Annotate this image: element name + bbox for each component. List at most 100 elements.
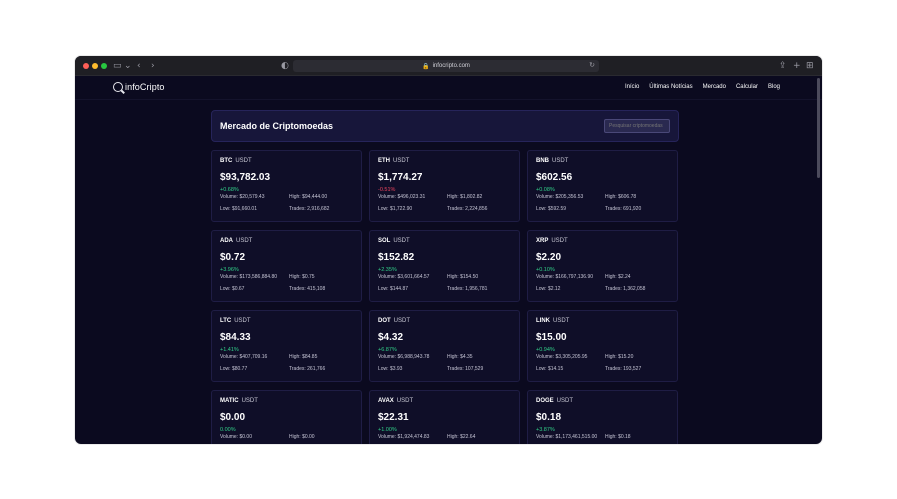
coin-high: High: $4.35 bbox=[447, 354, 473, 360]
coin-high: High: $0.18 bbox=[605, 434, 631, 440]
coin-stats: Volume: $496,023.31 High: $1,802.82 Low:… bbox=[378, 194, 511, 212]
coin-card-ltc[interactable]: LTC USDT $84.33 +1.41% Volume: $407,709.1… bbox=[211, 310, 362, 382]
url-text: infocripto.com bbox=[432, 63, 470, 69]
coin-symbol: XRP bbox=[536, 238, 549, 244]
coin-price: $93,782.03 bbox=[220, 172, 271, 183]
coin-trades: Trades: 1,362,058 bbox=[605, 286, 646, 292]
coin-trades: Trades: 415,108 bbox=[289, 286, 326, 292]
coin-volume: Volume: $1,924,474.83 bbox=[378, 434, 430, 440]
coin-card-sol[interactable]: SOL USDT $152.82 +2.35% Volume: $3,601,66… bbox=[369, 230, 520, 302]
coin-symbol: LINK bbox=[536, 318, 550, 324]
coin-high: High: $84.85 bbox=[289, 354, 318, 360]
coin-symbol: MATIC bbox=[220, 398, 239, 404]
nav-link-calcular[interactable]: Calcular bbox=[736, 84, 758, 90]
browser-toolbar: ▭ ⌄ ‹ › ◐ 🔒 infocripto.com ↻ ⇪ + ⊞ bbox=[75, 56, 822, 76]
coin-high: High: $22.64 bbox=[447, 434, 476, 440]
close-window-button[interactable] bbox=[83, 63, 89, 69]
coin-trades: Trades: 107,529 bbox=[447, 366, 484, 372]
address-bar[interactable]: 🔒 infocripto.com ↻ bbox=[293, 60, 599, 72]
coin-card-xrp[interactable]: XRP USDT $2.20 +0.10% Volume: $166,797,13… bbox=[527, 230, 678, 302]
coin-volume: Volume: $496,023.31 bbox=[378, 194, 426, 200]
coin-high: High: $0.75 bbox=[289, 274, 315, 280]
coin-quote: USDT bbox=[241, 398, 258, 404]
coin-low: Low: $2.12 bbox=[536, 286, 561, 292]
nav-link-blog[interactable]: Blog bbox=[768, 84, 780, 90]
coin-quote: USDT bbox=[236, 238, 253, 244]
coin-change: 0.00% bbox=[220, 427, 236, 433]
coin-card-dot[interactable]: DOT USDT $4.32 +6.87% Volume: $6,988,943.… bbox=[369, 310, 520, 382]
coin-high: High: $606.78 bbox=[605, 194, 637, 200]
coin-card-ada[interactable]: ADA USDT $0.72 +3.96% Volume: $173,586,88… bbox=[211, 230, 362, 302]
coin-change: +6.87% bbox=[378, 347, 397, 353]
coin-stats: Volume: $3,305,205.95 High: $15.20 Low: … bbox=[536, 354, 669, 372]
coin-volume: Volume: $6,988,943.78 bbox=[378, 354, 430, 360]
site-navbar: infoCripto Início Últimas Notícias Merca… bbox=[75, 76, 822, 100]
coin-quote: USDT bbox=[234, 318, 251, 324]
coin-price: $0.00 bbox=[220, 412, 246, 423]
chevron-down-icon[interactable]: ⌄ bbox=[124, 59, 132, 73]
coin-card-bnb[interactable]: BNB USDT $602.56 +0.08% Volume: $205,356.… bbox=[527, 150, 678, 222]
coin-stats: Volume: $3,601,664.57 High: $154.50 Low:… bbox=[378, 274, 511, 292]
coin-price: $22.31 bbox=[378, 412, 409, 423]
coin-card-btc[interactable]: BTC USDT $93,782.03 +0.68% Volume: $20,57… bbox=[211, 150, 362, 222]
main-content: Mercado de Criptomoedas BTCUSDT $93,782.… bbox=[211, 110, 679, 444]
logo-suffix: Cripto bbox=[139, 82, 165, 92]
maximize-window-button[interactable] bbox=[101, 63, 107, 69]
nav-links: Início Últimas Notícias Mercado Calcular… bbox=[625, 84, 780, 90]
privacy-shield-icon[interactable]: ◐ bbox=[281, 59, 289, 73]
coin-price: $0.72 bbox=[220, 252, 246, 263]
site-logo[interactable]: infoCripto bbox=[113, 82, 165, 92]
coin-trades: Trades: 2,916,682 bbox=[289, 206, 330, 212]
coin-change: +1.00% bbox=[378, 427, 397, 433]
coin-price: $4.32 bbox=[378, 332, 404, 343]
share-icon[interactable]: ⇪ bbox=[779, 59, 787, 73]
nav-link-mercado[interactable]: Mercado bbox=[703, 84, 726, 90]
coin-card-doge[interactable]: DOGE USDT $0.18 +3.87% Volume: $1,173,461… bbox=[527, 390, 678, 444]
coin-stats: Volume: $20,579.43 High: $94,444.00 Low:… bbox=[220, 194, 353, 212]
reload-icon[interactable]: ↻ bbox=[589, 61, 595, 69]
coin-low: Low: $1,722.90 bbox=[378, 206, 413, 212]
coin-card-link[interactable]: LINK USDT $15.00 +0.94% Volume: $3,305,20… bbox=[527, 310, 678, 382]
tab-overview-icon[interactable]: ⊞ bbox=[806, 59, 814, 73]
back-arrow-icon[interactable]: ‹ bbox=[137, 59, 141, 73]
coin-price: $0.18 bbox=[536, 412, 562, 423]
coin-volume: Volume: $1,173,461,515.00 bbox=[536, 434, 598, 440]
coin-price: $15.00 bbox=[536, 332, 567, 343]
nav-link-inicio[interactable]: Início bbox=[625, 84, 639, 90]
nav-link-noticias[interactable]: Últimas Notícias bbox=[649, 84, 692, 90]
coin-change: +0.10% bbox=[536, 267, 555, 273]
coin-volume: Volume: $205,356.53 bbox=[536, 194, 584, 200]
minimize-window-button[interactable] bbox=[92, 63, 98, 69]
page-scrollbar[interactable] bbox=[817, 78, 820, 178]
coin-quote: USDT bbox=[552, 158, 569, 164]
coin-low: Low: $0.67 bbox=[220, 286, 245, 292]
coin-card-avax[interactable]: AVAX USDT $22.31 +1.00% Volume: $1,924,47… bbox=[369, 390, 520, 444]
coin-stats: Volume: $173,586,884.80 High: $0.75 Low:… bbox=[220, 274, 353, 292]
coin-price: $152.82 bbox=[378, 252, 415, 263]
sidebar-toggle-icon[interactable]: ▭ bbox=[113, 59, 122, 73]
coin-price: $1,774.27 bbox=[378, 172, 423, 183]
coin-low: Low: $592.59 bbox=[536, 206, 567, 212]
coin-trades: Trades: 193,527 bbox=[605, 366, 642, 372]
coin-high: High: $15.20 bbox=[605, 354, 634, 360]
coin-quote: USDT bbox=[396, 398, 414, 404]
coin-symbol: ETH bbox=[378, 158, 390, 164]
forward-arrow-icon[interactable]: › bbox=[151, 59, 155, 73]
coin-stats: Volume: $1,924,474.83 High: $22.64 Low: … bbox=[378, 434, 511, 444]
coin-change: +0.94% bbox=[536, 347, 555, 353]
coin-change: +1.41% bbox=[220, 347, 239, 353]
coin-change: -0.51% bbox=[378, 187, 396, 193]
search-input[interactable] bbox=[604, 119, 670, 133]
coin-symbol: SOL bbox=[378, 238, 391, 244]
coin-stats: Volume: $166,797,136.90 High: $2.24 Low:… bbox=[536, 274, 669, 292]
coin-volume: Volume: $0.00 bbox=[220, 434, 252, 440]
coin-low: Low: $91,660.01 bbox=[220, 206, 257, 212]
coin-stats: Volume: $1,173,461,515.00 High: $0.18 Lo… bbox=[536, 434, 669, 444]
coin-quote: USDT bbox=[553, 318, 570, 324]
new-tab-icon[interactable]: + bbox=[793, 59, 801, 73]
coin-card-eth[interactable]: ETH USDT $1,774.27 -0.51% Volume: $496,02… bbox=[369, 150, 520, 222]
coin-change: +3.87% bbox=[536, 427, 555, 433]
coin-card-matic[interactable]: MATIC USDT $0.00 0.00% Volume: $0.00 High… bbox=[211, 390, 362, 444]
coin-volume: Volume: $407,709.16 bbox=[220, 354, 268, 360]
coin-change: +0.08% bbox=[536, 187, 555, 193]
